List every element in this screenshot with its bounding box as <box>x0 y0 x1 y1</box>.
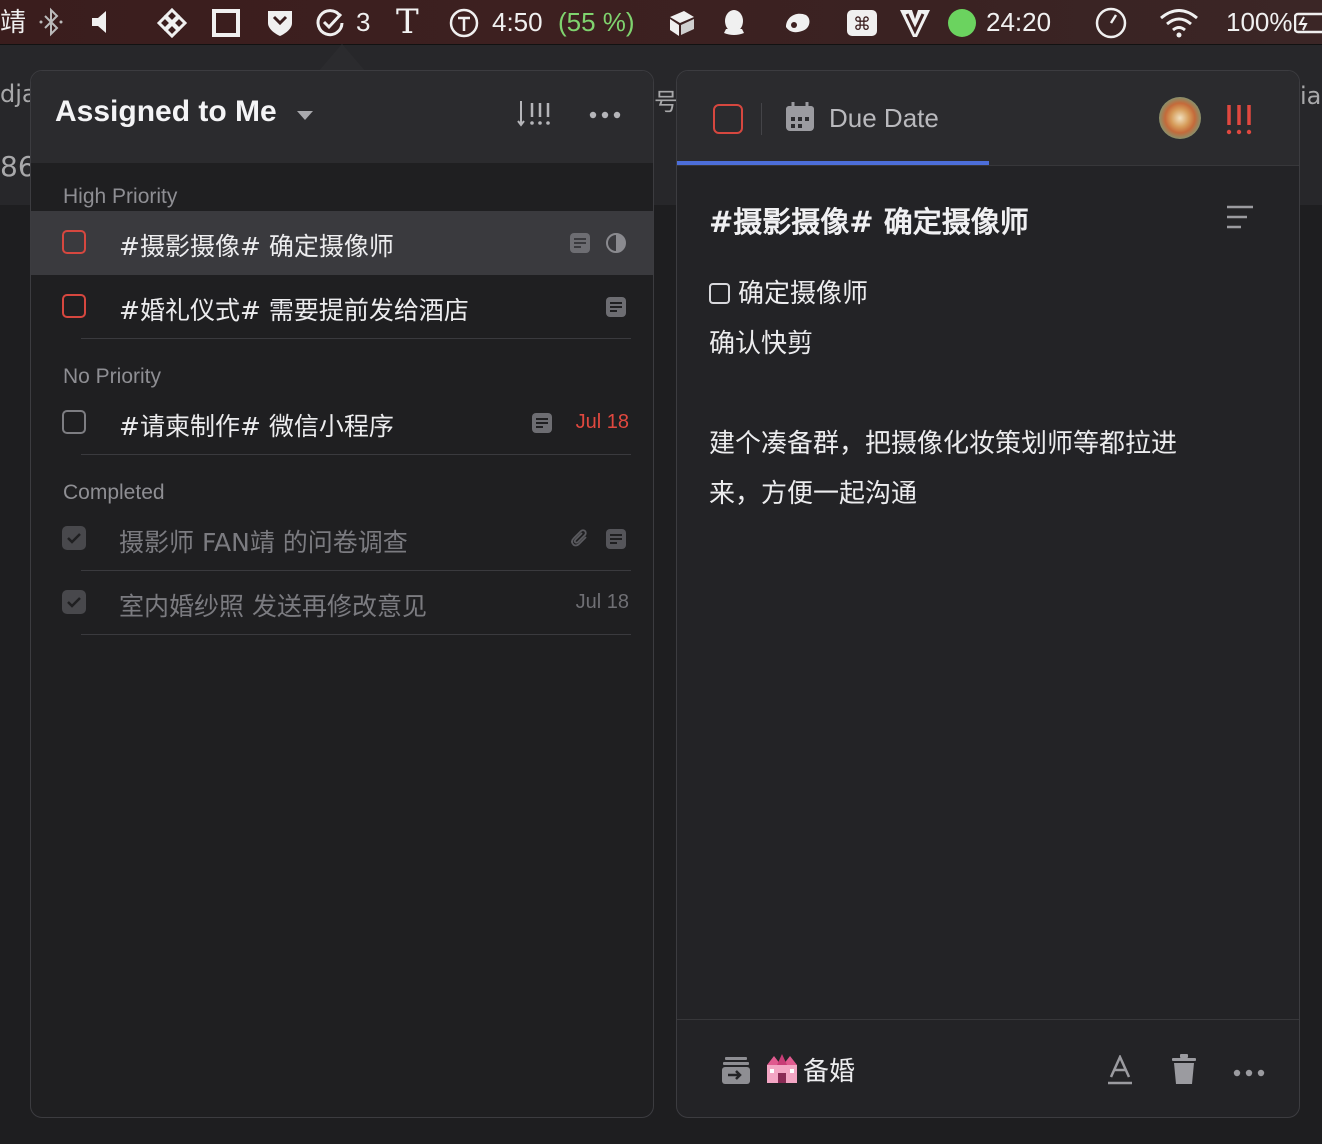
list-title[interactable]: Assigned to Me <box>55 95 277 129</box>
app-icon[interactable] <box>156 0 188 44</box>
calendar-icon[interactable] <box>785 101 815 137</box>
task-row[interactable]: 摄影师 FAN靖 的问卷调查 <box>31 507 653 571</box>
status-dot <box>948 9 976 37</box>
description-line[interactable]: 建个凑备群，把摄像化妆策划师等都拉进 <box>709 423 1177 460</box>
qq-icon[interactable] <box>718 0 750 44</box>
popover-arrow <box>318 44 366 72</box>
command-icon[interactable]: ⌘ <box>846 0 878 44</box>
cube-icon[interactable] <box>666 0 698 44</box>
note-icon <box>569 232 591 258</box>
task-checkbox-checked[interactable] <box>62 526 86 550</box>
task-checkbox[interactable] <box>62 230 86 254</box>
shield-icon[interactable] <box>264 0 296 44</box>
note-icon <box>605 528 627 554</box>
priority-icon[interactable] <box>1225 103 1255 139</box>
cloud-icon[interactable] <box>782 0 816 44</box>
task-checkbox-checked[interactable] <box>62 590 86 614</box>
half-circle-icon <box>605 232 627 258</box>
battery-percent: 100% <box>1226 7 1293 37</box>
detail-header: Due Date <box>677 71 1299 166</box>
task-list-panel: Assigned to Me High Priority #摄影摄像# 确定摄像… <box>30 70 654 1118</box>
window-icon[interactable] <box>210 0 242 44</box>
task-title: #婚礼仪式# 需要提前发给酒店 <box>119 296 469 325</box>
clock-icon[interactable] <box>1094 0 1128 44</box>
background-tab: ia <box>1300 82 1322 110</box>
menubar-app-char[interactable]: 靖 <box>0 0 26 44</box>
countdown-time: 24:20 <box>986 7 1052 37</box>
list-header: Assigned to Me <box>31 71 653 163</box>
timer-icon[interactable] <box>448 0 482 44</box>
footer-divider <box>677 1019 1299 1020</box>
volume-icon[interactable] <box>88 0 118 44</box>
checklist-item[interactable]: 确定摄像师 <box>709 273 868 310</box>
task-due-date: Jul 18 <box>575 411 629 433</box>
more-icon[interactable] <box>587 107 623 126</box>
timer-time: 4:50 <box>492 7 543 37</box>
font-icon[interactable] <box>1107 1053 1133 1089</box>
trash-icon[interactable] <box>1171 1053 1197 1089</box>
typora-icon[interactable]: T <box>396 0 419 44</box>
task-detail-panel: Due Date #摄影摄像# 确定摄像师 确定摄像师 确认快剪 建个凑备群，把… <box>676 70 1300 1118</box>
battery-icon[interactable] <box>1294 0 1322 44</box>
due-date-button[interactable]: Due Date <box>829 103 939 134</box>
attachment-icon <box>569 528 591 554</box>
ticktick-icon[interactable] <box>314 0 350 44</box>
task-due-date: Jul 18 <box>575 591 629 613</box>
list-name[interactable]: 备婚 <box>803 1051 855 1088</box>
checklist-checkbox[interactable] <box>709 283 730 304</box>
note-icon <box>531 412 553 438</box>
task-title: #请柬制作# 微信小程序 <box>119 412 394 441</box>
chevron-down-icon[interactable] <box>297 111 313 120</box>
wifi-icon[interactable] <box>1158 0 1200 44</box>
header-progress-bar <box>677 161 989 165</box>
description-line[interactable]: 确认快剪 <box>709 323 813 360</box>
task-checkbox[interactable] <box>62 410 86 434</box>
section-high-priority: High Priority <box>63 185 178 208</box>
task-checkbox[interactable] <box>62 294 86 318</box>
row-divider <box>81 454 631 455</box>
task-row[interactable]: #婚礼仪式# 需要提前发给酒店 <box>31 275 653 339</box>
task-title: 摄影师 FAN靖 的问卷调查 <box>119 528 408 557</box>
row-divider <box>81 338 631 339</box>
ticktick-badge-count: 3 <box>356 7 371 37</box>
section-no-priority: No Priority <box>63 365 162 388</box>
task-title: 室内婚纱照 发送再修改意见 <box>119 592 427 621</box>
detail-checkbox[interactable] <box>713 104 743 134</box>
description-line[interactable]: 来，方便一起沟通 <box>709 473 917 510</box>
bluetooth-icon[interactable] <box>36 0 66 44</box>
task-title: #摄影摄像# 确定摄像师 <box>119 232 394 261</box>
section-completed: Completed <box>63 481 165 504</box>
sort-icon[interactable] <box>517 99 553 133</box>
more-icon[interactable] <box>1231 1065 1267 1084</box>
task-row[interactable]: 室内婚纱照 发送再修改意见 Jul 18 <box>31 571 653 635</box>
note-icon <box>605 296 627 322</box>
menu-bar: 靖 3 T 4:50 (55 %) ⌘ 24:20 100% <box>0 0 1322 45</box>
task-row[interactable]: #请柬制作# 微信小程序 Jul 18 <box>31 391 653 455</box>
move-icon[interactable] <box>721 1055 751 1089</box>
castle-icon <box>765 1051 799 1085</box>
task-detail-title[interactable]: #摄影摄像# 确定摄像师 <box>709 199 1029 241</box>
checklist-item-label: 确定摄像师 <box>738 279 869 309</box>
row-divider <box>81 634 631 635</box>
vim-icon[interactable] <box>898 0 932 44</box>
description-icon[interactable] <box>1225 203 1255 235</box>
avatar[interactable] <box>1159 97 1201 139</box>
svg-text:⌘: ⌘ <box>853 14 871 35</box>
timer-percent: (55 %) <box>558 7 635 37</box>
header-separator <box>761 103 762 135</box>
task-row[interactable]: #摄影摄像# 确定摄像师 <box>31 211 653 275</box>
